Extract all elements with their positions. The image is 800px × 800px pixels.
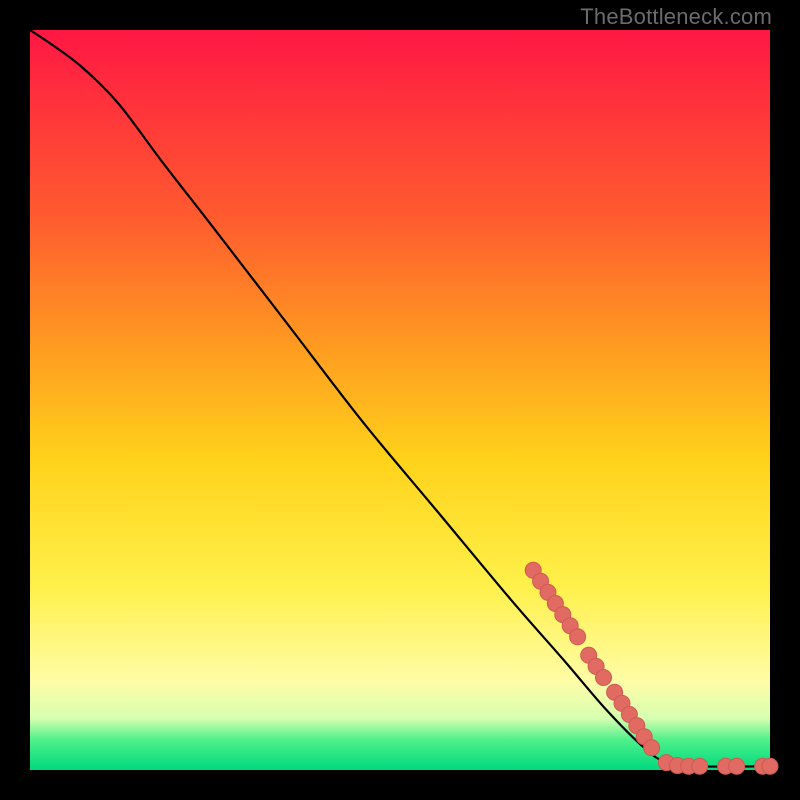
data-point-marker bbox=[692, 758, 708, 774]
bottleneck-curve bbox=[30, 30, 770, 767]
chart-frame: TheBottleneck.com bbox=[0, 0, 800, 800]
plot-area bbox=[30, 30, 770, 770]
data-point-marker bbox=[762, 758, 778, 774]
chart-svg bbox=[30, 30, 770, 770]
watermark-text: TheBottleneck.com bbox=[580, 4, 772, 30]
data-point-marker bbox=[570, 629, 586, 645]
data-point-marker bbox=[729, 758, 745, 774]
data-point-markers bbox=[525, 562, 778, 774]
data-point-marker bbox=[644, 740, 660, 756]
data-point-marker bbox=[596, 670, 612, 686]
